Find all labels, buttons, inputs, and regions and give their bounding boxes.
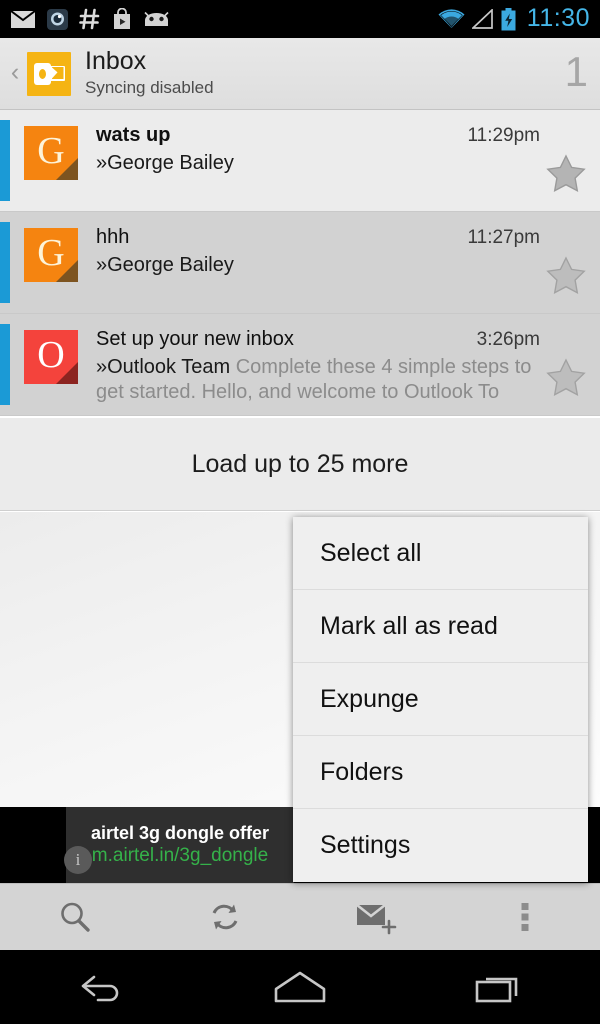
avatar-fold-icon	[56, 260, 78, 282]
phone-screen: 11:30 ‹ Inbox Syncing disabled 1 G wats …	[0, 0, 600, 1024]
avatar: G	[24, 126, 78, 180]
unread-count: 1	[564, 47, 588, 95]
envelope-icon	[10, 9, 36, 28]
android-nav-bar	[0, 950, 600, 1024]
back-chevron-icon[interactable]: ‹	[4, 60, 26, 87]
mail-sender: »Outlook Team	[96, 356, 231, 378]
mail-list: G wats up 11:29pm »George Bailey G hhh 1…	[0, 110, 600, 416]
bottom-toolbar	[0, 883, 600, 950]
ad-content[interactable]: airtel 3g dongle offer m.airtel.in/3g_do…	[66, 807, 294, 883]
table-row[interactable]: G hhh 11:27pm »George Bailey	[0, 212, 600, 314]
star-icon[interactable]	[546, 358, 586, 405]
search-button[interactable]	[0, 884, 150, 950]
page-title: Inbox	[85, 46, 147, 75]
compose-icon	[356, 903, 397, 935]
home-nav-icon	[274, 971, 326, 1003]
home-nav-button[interactable]	[200, 970, 400, 1004]
status-clock: 11:30	[526, 3, 590, 32]
menu-item-select-all[interactable]: Select all	[293, 517, 588, 590]
play-store-icon	[114, 8, 130, 29]
back-nav-button[interactable]	[0, 967, 200, 1007]
avatar-fold-icon	[56, 362, 78, 384]
table-row[interactable]: O Set up your new inbox 3:26pm »Outlook …	[0, 314, 600, 416]
table-row[interactable]: G wats up 11:29pm »George Bailey	[0, 110, 600, 212]
refresh-icon	[212, 904, 238, 930]
cellular-signal-icon	[471, 9, 493, 29]
battery-charging-icon	[501, 7, 516, 30]
mail-sender: »George Bailey	[96, 152, 234, 174]
hash-icon	[79, 8, 100, 30]
mail-time: 11:29pm	[467, 125, 540, 146]
mail-content: Set up your new inbox 3:26pm »Outlook Te…	[96, 324, 540, 405]
menu-item-expunge[interactable]: Expunge	[293, 663, 588, 736]
compose-button[interactable]	[300, 884, 450, 950]
recents-nav-icon	[475, 977, 518, 1003]
info-icon[interactable]: i	[64, 846, 92, 874]
outlook-envelope-glyph	[50, 65, 65, 81]
mail-subject: hhh	[96, 226, 130, 248]
unread-stripe	[0, 120, 10, 201]
mail-subject: Set up your new inbox	[96, 328, 294, 350]
action-bar-titles: Inbox Syncing disabled	[85, 46, 214, 99]
eye-icon	[47, 8, 68, 30]
ad-url: m.airtel.in/3g_dongle	[91, 845, 269, 867]
notification-icons	[10, 8, 170, 30]
avatar: O	[24, 330, 78, 384]
overflow-menu-button[interactable]	[450, 884, 600, 950]
mail-time: 11:27pm	[467, 227, 540, 248]
wifi-icon	[438, 9, 465, 28]
system-status-icons: 11:30	[438, 3, 590, 34]
menu-item-settings[interactable]: Settings	[293, 809, 588, 882]
avatar-fold-icon	[56, 158, 78, 180]
action-bar: ‹ Inbox Syncing disabled 1	[0, 38, 600, 110]
mail-subject: wats up	[96, 124, 171, 146]
overflow-menu-icon	[521, 903, 529, 931]
ad-title: airtel 3g dongle offer	[90, 822, 270, 843]
star-icon[interactable]	[546, 256, 586, 303]
outlook-o-glyph	[34, 62, 51, 85]
avatar: G	[24, 228, 78, 282]
recents-nav-button[interactable]	[400, 970, 600, 1004]
mail-content: wats up 11:29pm »George Bailey	[96, 120, 540, 176]
outlook-app-icon[interactable]	[27, 51, 71, 96]
unread-stripe	[0, 222, 10, 303]
sync-status-text: Syncing disabled	[85, 77, 214, 97]
android-face-icon	[144, 11, 169, 26]
search-icon	[61, 902, 90, 932]
mail-sender: »George Bailey	[96, 254, 234, 276]
load-more-button[interactable]: Load up to 25 more	[0, 418, 600, 511]
menu-item-mark-all-as-read[interactable]: Mark all as read	[293, 590, 588, 663]
mail-content: hhh 11:27pm »George Bailey	[96, 222, 540, 278]
refresh-button[interactable]	[150, 884, 300, 950]
star-icon[interactable]	[546, 154, 586, 201]
mail-time: 3:26pm	[476, 329, 540, 350]
overflow-menu: Select all Mark all as read Expunge Fold…	[293, 517, 588, 882]
menu-item-folders[interactable]: Folders	[293, 736, 588, 809]
unread-stripe	[0, 324, 10, 405]
status-bar: 11:30	[0, 0, 600, 38]
back-nav-icon	[81, 975, 119, 1002]
